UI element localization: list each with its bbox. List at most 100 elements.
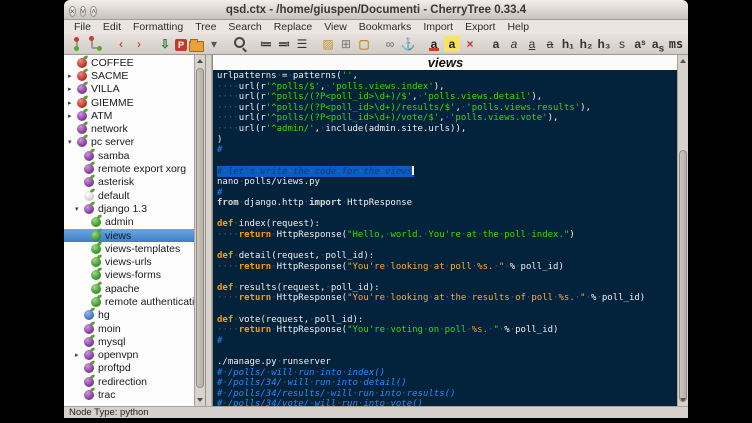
scroll-up-icon[interactable] xyxy=(680,59,686,63)
menu-tree[interactable]: Tree xyxy=(189,21,222,33)
code-token: poll_id): xyxy=(325,251,374,261)
tree-item-pc-server[interactable]: ▾pc server xyxy=(64,136,195,149)
menu-replace[interactable]: Replace xyxy=(268,21,319,33)
tree-item-django-1-3[interactable]: ▾django 1.3 xyxy=(64,202,195,215)
bold-icon[interactable]: a xyxy=(488,36,504,52)
tree-item-moin[interactable]: moin xyxy=(64,322,195,335)
tree-item-network[interactable]: network xyxy=(64,122,195,135)
tree-scrollbar[interactable] xyxy=(194,55,205,406)
scroll-up-icon[interactable] xyxy=(197,59,203,63)
tree-item-trac[interactable]: trac xyxy=(64,388,195,401)
expander-icon[interactable]: ▾ xyxy=(68,138,77,146)
expander-icon[interactable]: ▸ xyxy=(68,85,77,93)
find-icon[interactable] xyxy=(232,36,248,52)
tree-item-coffee[interactable]: COFFEE xyxy=(64,56,195,69)
tree-scrollbar-thumb[interactable] xyxy=(196,68,204,388)
go-back-icon[interactable]: ‹ xyxy=(113,36,129,52)
node-tree[interactable]: COFFEE▸SACME▸VILLA▸GIEMME▸ATMnetwork▾pc … xyxy=(64,56,195,406)
editor-scrollbar[interactable] xyxy=(677,55,688,406)
superscript-icon[interactable]: aˢ xyxy=(632,36,648,52)
h3-icon[interactable]: h₃ xyxy=(596,36,612,52)
tree-item-views[interactable]: views xyxy=(64,229,195,242)
code-token: ), xyxy=(434,82,445,92)
save-icon[interactable]: ⇩ xyxy=(157,36,173,52)
tree-item-remote-export-xorg[interactable]: remote export xorg xyxy=(64,162,195,175)
menu-view[interactable]: View xyxy=(318,21,353,33)
insert-table-icon[interactable]: ⊞ xyxy=(338,36,354,52)
code-line: # xyxy=(217,188,678,199)
tree-item-admin[interactable]: admin xyxy=(64,216,195,229)
expander-icon[interactable]: ▸ xyxy=(68,99,77,107)
numbered-list-icon[interactable]: ≕ xyxy=(276,36,292,52)
menu-formatting[interactable]: Formatting xyxy=(127,21,189,33)
insert-link-icon[interactable]: ∞ xyxy=(382,36,398,52)
tree-item-sacme[interactable]: ▸SACME xyxy=(64,69,195,82)
add-subnode-icon[interactable] xyxy=(87,36,103,52)
tree-item-views-urls[interactable]: views-urls xyxy=(64,255,195,268)
strikethrough-icon[interactable]: a xyxy=(542,36,558,52)
subscript-icon[interactable]: as xyxy=(650,36,666,52)
menu-import[interactable]: Import xyxy=(417,21,459,33)
tree-item-hg[interactable]: hg xyxy=(64,309,195,322)
h2-icon[interactable]: h₂ xyxy=(578,36,594,52)
go-forward-icon[interactable]: › xyxy=(131,36,147,52)
code-token: voting xyxy=(390,325,423,335)
insert-codebox-icon[interactable]: ▢ xyxy=(356,36,372,52)
h1-icon[interactable]: h₁ xyxy=(560,36,576,52)
code-line: nano·polls/views.py xyxy=(217,177,678,188)
node-type-label: Node Type: python xyxy=(69,407,149,418)
bulleted-list-icon[interactable]: ≔ xyxy=(258,36,274,52)
tree-item-openvpn[interactable]: ▸openvpn xyxy=(64,349,195,362)
menu-search[interactable]: Search xyxy=(222,21,267,33)
menu-export[interactable]: Export xyxy=(459,21,501,33)
code-line: #·/polls/34/results/·will·run·into·resul… xyxy=(217,389,678,400)
editor-scrollbar-thumb[interactable] xyxy=(679,150,687,402)
tree-item-apache[interactable]: apache xyxy=(64,282,195,295)
fg-color-icon[interactable]: a xyxy=(426,36,442,52)
tree-item-proftpd[interactable]: proftpd xyxy=(64,362,195,375)
underline-icon[interactable]: a xyxy=(524,36,540,52)
recent-docs-dropdown-icon[interactable]: ▾ xyxy=(206,36,222,52)
menu-edit[interactable]: Edit xyxy=(97,21,127,33)
tree-item-views-forms[interactable]: views-forms xyxy=(64,269,195,282)
code-token: return xyxy=(239,325,272,335)
tree-item-asterisk[interactable]: asterisk xyxy=(64,176,195,189)
menu-bookmarks[interactable]: Bookmarks xyxy=(353,21,418,33)
scroll-down-icon[interactable] xyxy=(680,398,686,402)
expander-icon[interactable]: ▸ xyxy=(75,351,84,359)
insert-image-icon[interactable]: ▨ xyxy=(320,36,336,52)
todo-list-icon[interactable]: ☰ xyxy=(294,36,310,52)
tree-item-villa[interactable]: ▸VILLA xyxy=(64,83,195,96)
tree-item-samba[interactable]: samba xyxy=(64,149,195,162)
code-token: '' xyxy=(342,71,353,81)
tree-item-remote-authentication[interactable]: remote authentication xyxy=(64,295,195,308)
menu-help[interactable]: Help xyxy=(501,21,535,33)
scroll-down-icon[interactable] xyxy=(197,398,203,402)
expander-icon[interactable]: ▸ xyxy=(68,112,77,120)
cherry-icon xyxy=(77,71,87,81)
monospace-icon[interactable]: ms xyxy=(668,36,684,52)
tree-item-atm[interactable]: ▸ATM xyxy=(64,109,195,122)
titlebar[interactable]: ×˅˄ qsd.ctx - /home/giuspen/Documenti - … xyxy=(64,0,688,20)
insert-anchor-icon[interactable]: ⚓ xyxy=(400,36,416,52)
tree-item-views-templates[interactable]: views-templates xyxy=(64,242,195,255)
tree-item-giemme[interactable]: ▸ GIEMME xyxy=(64,96,195,109)
small-icon[interactable]: s xyxy=(614,36,630,52)
italic-icon[interactable]: a xyxy=(506,36,522,52)
expander-icon[interactable]: ▾ xyxy=(75,205,84,213)
tree-item-redirection[interactable]: redirection xyxy=(64,375,195,388)
open-file-icon[interactable] xyxy=(189,41,204,52)
tree-item-label: GIEMME xyxy=(91,97,134,109)
tree-item-label: moin xyxy=(98,323,121,335)
menu-file[interactable]: File xyxy=(68,21,97,33)
code-line: urlpatterns·=·patterns('', xyxy=(217,71,678,82)
bg-color-icon[interactable]: a xyxy=(444,36,460,52)
clear-format-icon[interactable]: × xyxy=(462,36,478,52)
expander-icon[interactable]: ▸ xyxy=(68,72,77,80)
export-pdf-icon[interactable]: P xyxy=(175,39,187,51)
add-node-icon[interactable] xyxy=(69,36,85,52)
code-editor[interactable]: urlpatterns·=·patterns('',····url(r'^pol… xyxy=(213,70,678,406)
tree-item-default[interactable]: default xyxy=(64,189,195,202)
code-token: url(r xyxy=(239,82,266,92)
tree-item-mysql[interactable]: mysql xyxy=(64,335,195,348)
